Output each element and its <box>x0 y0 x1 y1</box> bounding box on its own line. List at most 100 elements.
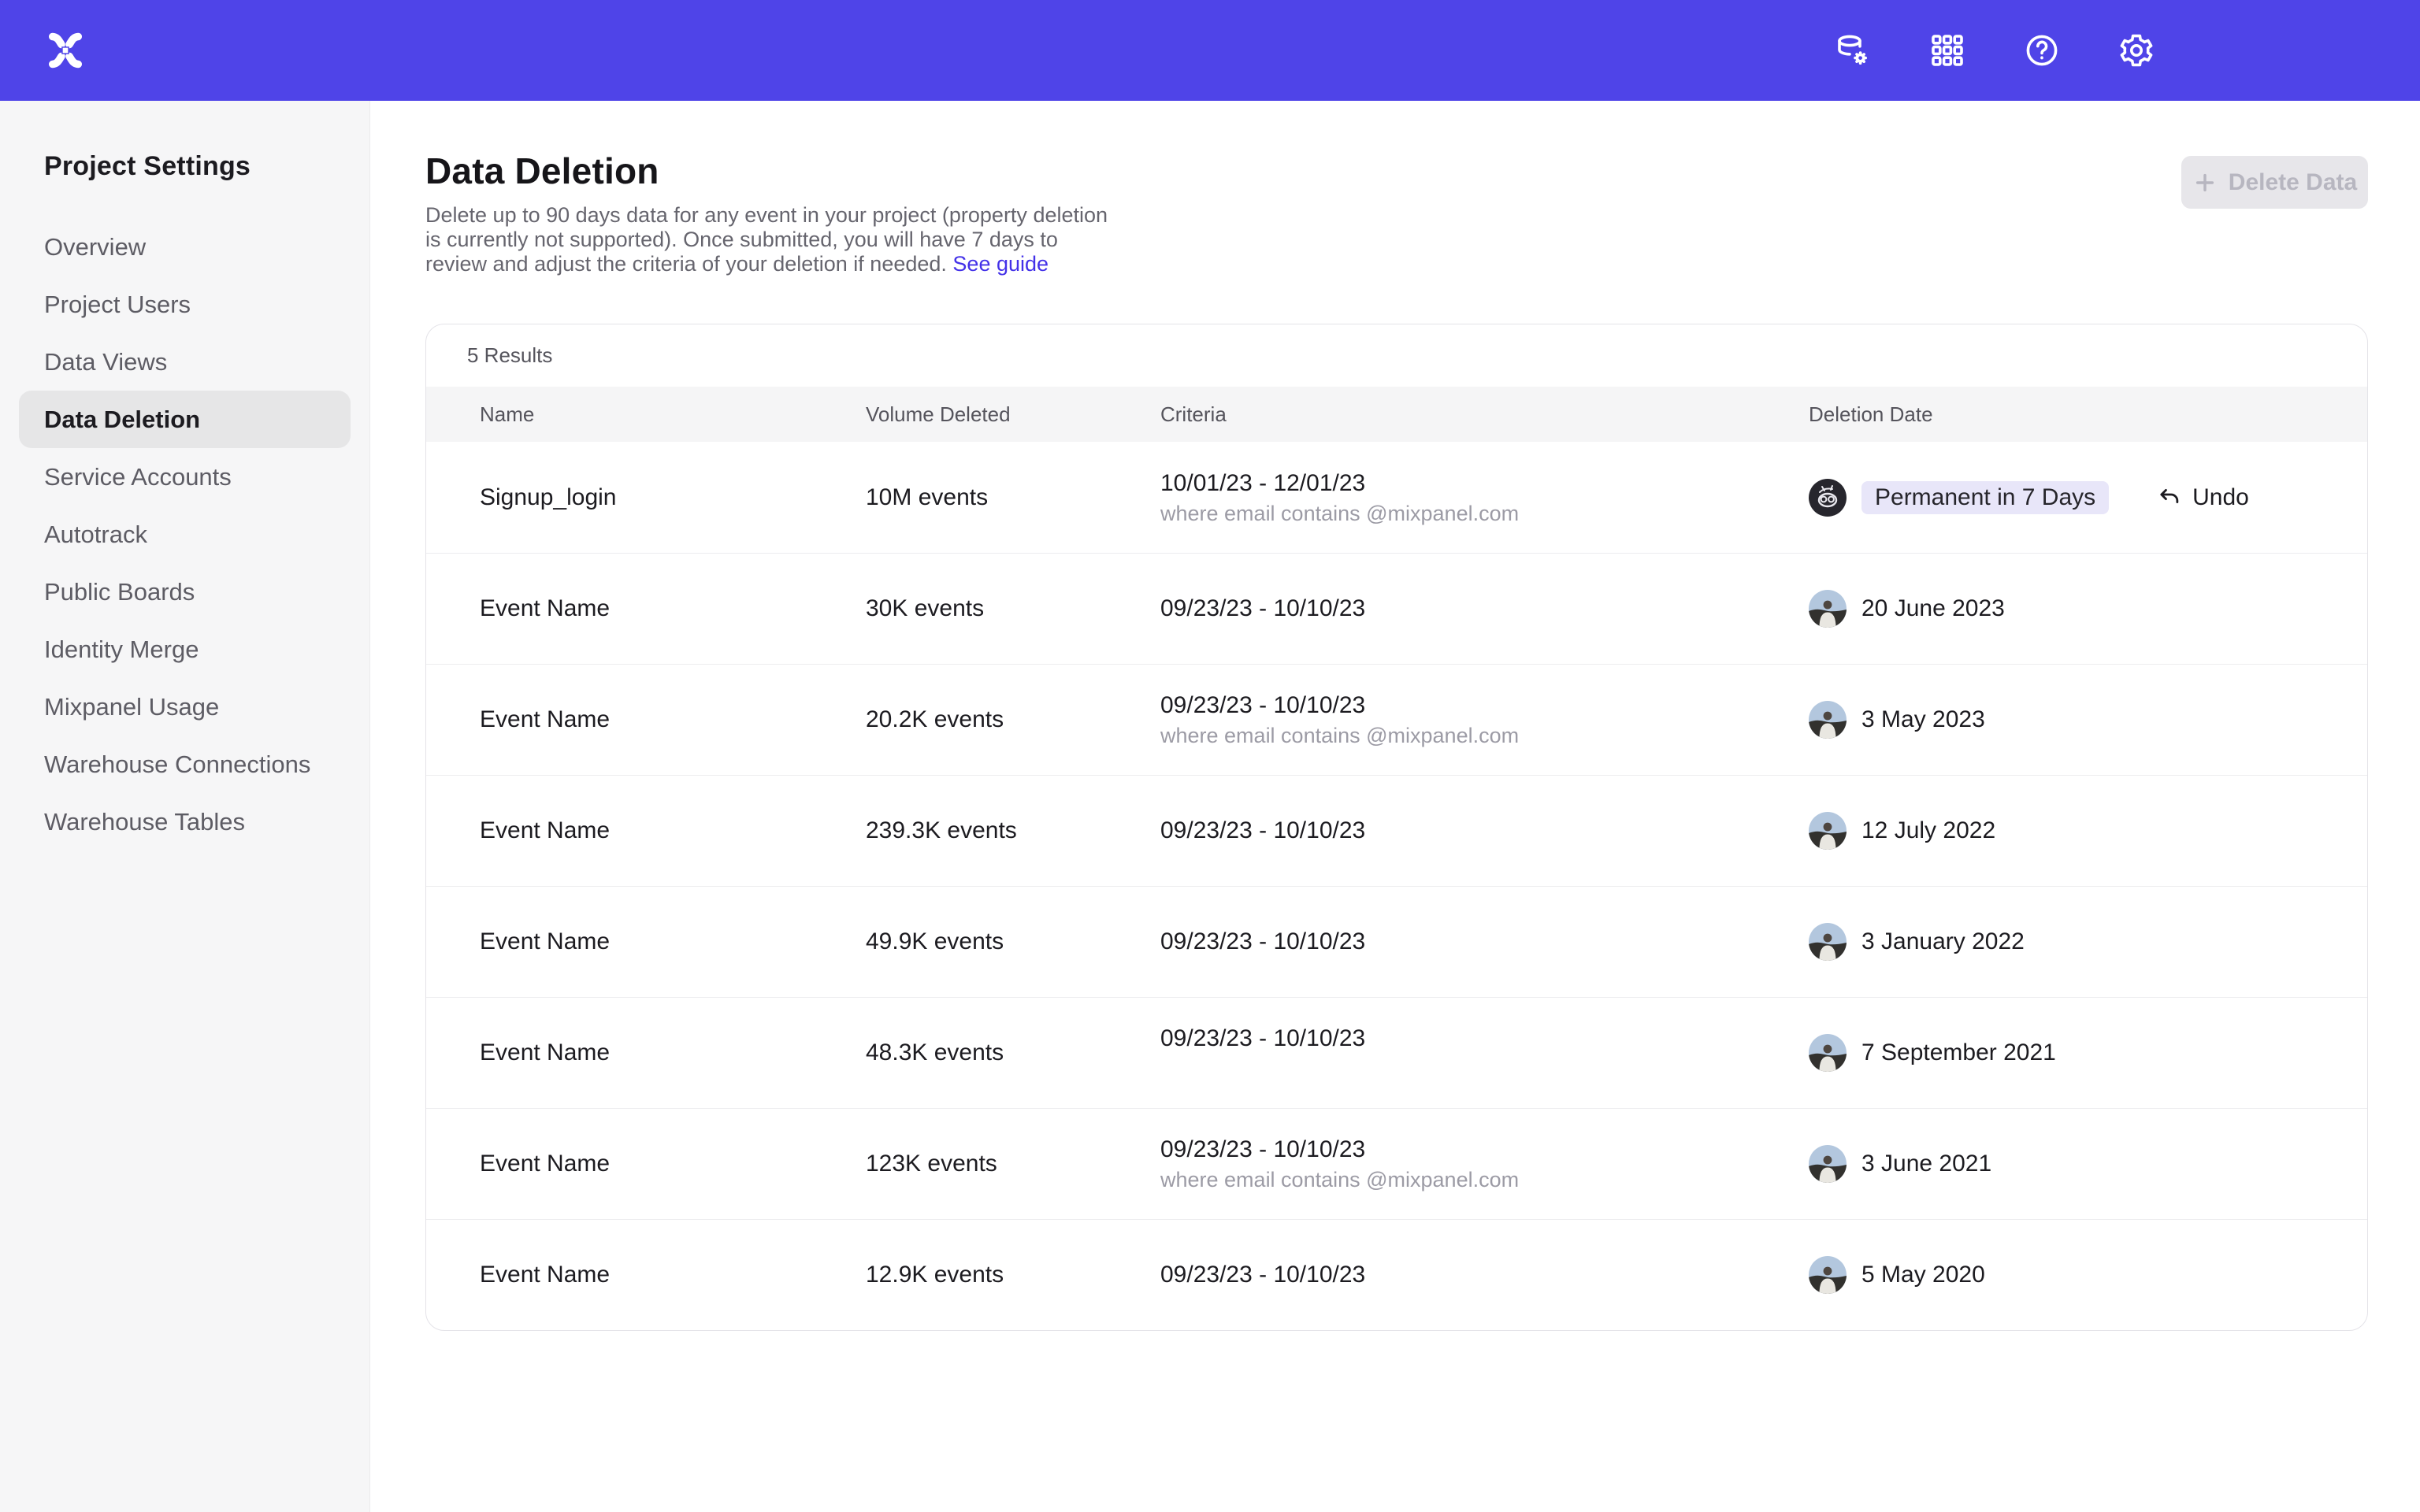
row-deletion-date: 3 May 2023 <box>1809 701 2367 739</box>
row-name: Event Name <box>480 817 866 844</box>
deleter-avatar-photo <box>1809 701 1847 739</box>
deleter-avatar-photo <box>1809 1034 1847 1072</box>
delete-data-button[interactable]: Delete Data <box>2181 156 2368 209</box>
undo-icon <box>2157 485 2182 510</box>
row-name: Event Name <box>480 595 866 622</box>
deletion-date-label: 20 June 2023 <box>1861 595 2005 622</box>
deleter-avatar-illustration <box>1809 479 1847 517</box>
help-icon[interactable] <box>2023 32 2061 69</box>
settings-icon[interactable] <box>2118 32 2155 69</box>
row-name: Event Name <box>480 1262 866 1288</box>
criteria-filter-text: where email contains @mixpanel.com <box>1160 499 1809 528</box>
row-criteria: 10/01/23 - 12/01/23where email contains … <box>1160 468 1809 528</box>
sidebar-item-data-views[interactable]: Data Views <box>19 333 351 391</box>
status-badge: Permanent in 7 Days <box>1861 481 2109 514</box>
undo-button[interactable]: Undo <box>2157 484 2249 511</box>
criteria-date-range: 09/23/23 - 10/10/23 <box>1160 593 1809 624</box>
row-criteria: 09/23/23 - 10/10/23where email contains … <box>1160 690 1809 750</box>
row-criteria: 09/23/23 - 10/10/23 <box>1160 926 1809 958</box>
row-criteria: 09/23/23 - 10/10/23 <box>1160 593 1809 624</box>
criteria-date-range: 09/23/23 - 10/10/23 <box>1160 1134 1809 1166</box>
results-count: 5 Results <box>426 324 2367 387</box>
column-header-name: Name <box>480 402 866 427</box>
row-volume-deleted: 123K events <box>866 1151 1160 1177</box>
data-pipeline-icon[interactable] <box>1834 32 1872 69</box>
row-volume-deleted: 30K events <box>866 595 1160 622</box>
sidebar-item-service-accounts[interactable]: Service Accounts <box>19 448 351 506</box>
table-row: Event Name123K events09/23/23 - 10/10/23… <box>426 1108 2367 1219</box>
deleter-avatar-photo <box>1809 923 1847 961</box>
sidebar-item-warehouse-connections[interactable]: Warehouse Connections <box>19 736 351 793</box>
sidebar-title: Project Settings <box>44 151 351 182</box>
deleter-avatar-photo <box>1809 1145 1847 1183</box>
row-name: Event Name <box>480 706 866 733</box>
deletion-date-label: 3 January 2022 <box>1861 928 2025 955</box>
row-volume-deleted: 239.3K events <box>866 817 1160 844</box>
deletion-date-label: 3 May 2023 <box>1861 706 1985 733</box>
row-deletion-date: 12 July 2022 <box>1809 812 2367 850</box>
sidebar-item-data-deletion[interactable]: Data Deletion <box>19 391 351 448</box>
criteria-date-range: 09/23/23 - 10/10/23 <box>1160 926 1809 958</box>
criteria-date-range: 09/23/23 - 10/10/23 <box>1160 815 1809 847</box>
row-deletion-date: 5 May 2020 <box>1809 1256 2367 1294</box>
deleter-avatar-photo <box>1809 590 1847 628</box>
page-description: Delete up to 90 days data for any event … <box>425 203 1119 276</box>
mixpanel-logo-icon[interactable] <box>46 30 85 71</box>
table-row: Event Name48.3K events09/23/23 - 10/10/2… <box>426 997 2367 1108</box>
deletion-date-label: 12 July 2022 <box>1861 817 1995 844</box>
row-criteria: 09/23/23 - 10/10/23where email contains … <box>1160 1134 1809 1194</box>
row-volume-deleted: 48.3K events <box>866 1040 1160 1066</box>
delete-data-button-label: Delete Data <box>2229 169 2357 196</box>
undo-label: Undo <box>2192 484 2249 511</box>
deleter-avatar-photo <box>1809 812 1847 850</box>
sidebar-item-public-boards[interactable]: Public Boards <box>19 563 351 621</box>
table-row: Event Name239.3K events09/23/23 - 10/10/… <box>426 775 2367 886</box>
table-row: Event Name49.9K events09/23/23 - 10/10/2… <box>426 886 2367 997</box>
see-guide-link[interactable]: See guide <box>952 252 1049 276</box>
table-header-row: Name Volume Deleted Criteria Deletion Da… <box>426 387 2367 442</box>
criteria-date-range: 10/01/23 - 12/01/23 <box>1160 468 1809 499</box>
table-row: Signup_login10M events10/01/23 - 12/01/2… <box>426 442 2367 553</box>
row-deletion-date: 20 June 2023 <box>1809 590 2367 628</box>
table-row: Event Name20.2K events09/23/23 - 10/10/2… <box>426 664 2367 775</box>
criteria-date-range: 09/23/23 - 10/10/23 <box>1160 1259 1809 1291</box>
topbar-icon-group <box>1834 32 2155 69</box>
project-settings-sidebar: Project Settings OverviewProject UsersDa… <box>0 101 370 1512</box>
table-body: Signup_login10M events10/01/23 - 12/01/2… <box>426 442 2367 1330</box>
sidebar-item-project-users[interactable]: Project Users <box>19 276 351 333</box>
deletion-date-label: 5 May 2020 <box>1861 1262 1985 1288</box>
criteria-filter-text <box>1160 1054 1809 1083</box>
row-volume-deleted: 20.2K events <box>866 706 1160 733</box>
criteria-date-range: 09/23/23 - 10/10/23 <box>1160 690 1809 721</box>
apps-grid-icon[interactable] <box>1928 32 1966 69</box>
deletion-date-label: 3 June 2021 <box>1861 1151 1991 1177</box>
row-name: Event Name <box>480 1151 866 1177</box>
row-deletion-date: 7 September 2021 <box>1809 1034 2367 1072</box>
deletion-date-label: 7 September 2021 <box>1861 1040 2056 1066</box>
column-header-deletion-date: Deletion Date <box>1809 402 2367 427</box>
column-header-volume: Volume Deleted <box>866 402 1160 427</box>
column-header-criteria: Criteria <box>1160 402 1809 427</box>
main-content: Data Deletion Delete up to 90 days data … <box>370 101 2420 1512</box>
row-name: Event Name <box>480 1040 866 1066</box>
sidebar-item-warehouse-tables[interactable]: Warehouse Tables <box>19 793 351 850</box>
sidebar-item-identity-merge[interactable]: Identity Merge <box>19 621 351 678</box>
row-name: Event Name <box>480 928 866 955</box>
sidebar-item-overview[interactable]: Overview <box>19 218 351 276</box>
row-name: Signup_login <box>480 484 866 511</box>
plus-icon <box>2192 170 2218 195</box>
sidebar-item-autotrack[interactable]: Autotrack <box>19 506 351 563</box>
row-criteria: 09/23/23 - 10/10/23 <box>1160 1023 1809 1083</box>
row-deletion-date: Permanent in 7 Days Undo <box>1809 479 2367 517</box>
page-title: Data Deletion <box>425 150 1119 192</box>
row-deletion-date: 3 June 2021 <box>1809 1145 2367 1183</box>
sidebar-item-mixpanel-usage[interactable]: Mixpanel Usage <box>19 678 351 736</box>
row-volume-deleted: 49.9K events <box>866 928 1160 955</box>
table-row: Event Name12.9K events09/23/23 - 10/10/2… <box>426 1219 2367 1330</box>
page-header: Data Deletion Delete up to 90 days data … <box>425 150 2368 276</box>
table-row: Event Name30K events09/23/23 - 10/10/23 2… <box>426 553 2367 664</box>
criteria-filter-text: where email contains @mixpanel.com <box>1160 1166 1809 1194</box>
deletion-table-card: 5 Results Name Volume Deleted Criteria D… <box>425 324 2368 1331</box>
sidebar-nav: OverviewProject UsersData ViewsData Dele… <box>19 218 351 850</box>
row-criteria: 09/23/23 - 10/10/23 <box>1160 1259 1809 1291</box>
